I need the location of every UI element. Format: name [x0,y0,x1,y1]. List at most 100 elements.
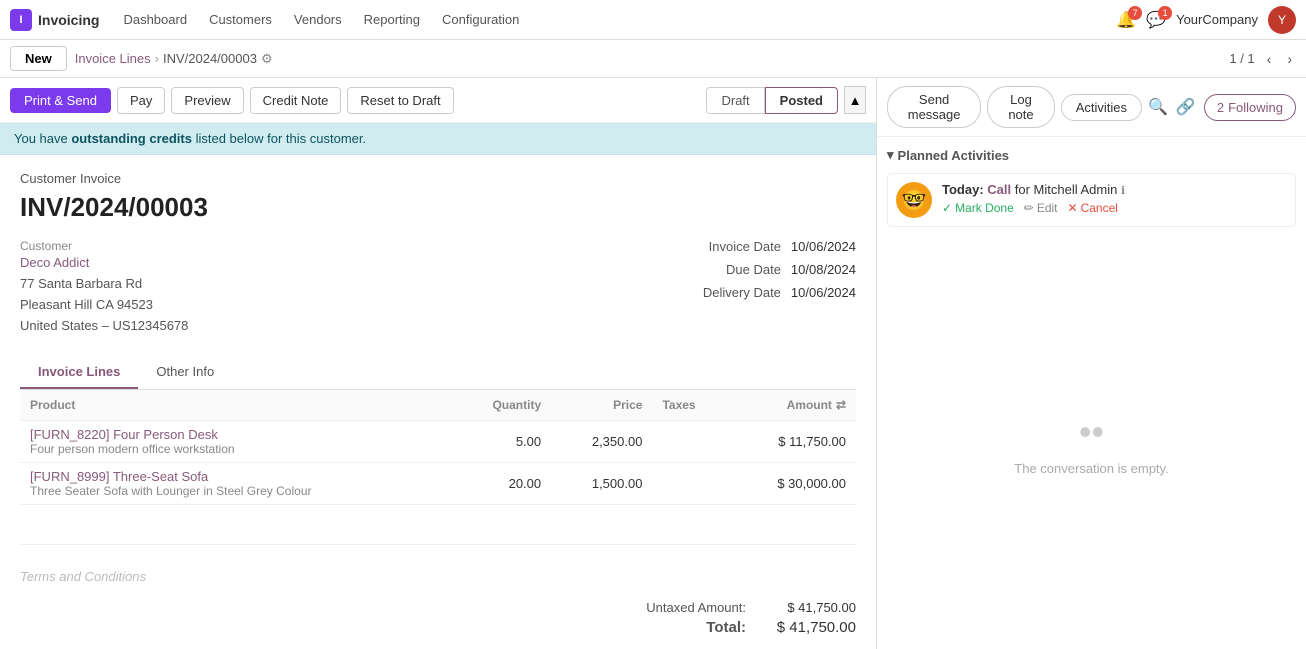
col-amount: Amount ⇄ [729,390,856,421]
collapse-icon[interactable]: ▾ [887,147,894,163]
left-panel: Print & Send Pay Preview Credit Note Res… [0,78,876,649]
nav-vendors[interactable]: Vendors [286,8,350,31]
status-draft-button[interactable]: Draft [706,87,764,114]
price-cell-2[interactable]: 1,500.00 [551,463,652,505]
terms-placeholder[interactable]: Terms and Conditions [20,569,146,584]
table-row: [FURN_8220] Four Person Desk Four person… [20,421,856,463]
empty-conversation-icon: •• [1079,411,1104,453]
mark-done-button[interactable]: ✓ Mark Done [942,201,1014,215]
notification-bell-badge: 7 [1128,6,1142,20]
alert-highlight: outstanding credits [71,131,192,146]
alert-text-after: listed below for this customer. [192,131,366,146]
log-note-button[interactable]: Log note [987,86,1054,128]
amount-cell-1: $ 11,750.00 [729,421,856,463]
prev-record-button[interactable]: ‹ [1263,49,1276,69]
for-text: for Mitchell Admin [1015,182,1118,197]
taxes-cell-2 [652,463,728,505]
activities-button[interactable]: Activities [1061,94,1142,121]
preview-button[interactable]: Preview [171,87,243,114]
address-line3: United States – US12345678 [20,316,188,337]
product-desc-1: Four person modern office workstation [30,442,443,456]
customer-name[interactable]: Deco Addict [20,255,188,270]
nav-dashboard[interactable]: Dashboard [115,8,195,31]
send-message-button[interactable]: Send message [887,86,981,128]
invoice-table: Product Quantity Price Taxes Amount ⇄ [20,390,856,545]
total-row: Total: $ 41,750.00 [606,619,856,636]
customer-field-label: Customer [20,239,188,253]
activity-content: Today: Call for Mitchell Admin ℹ ✓ Mark … [942,182,1287,218]
app-name[interactable]: Invoicing [38,12,99,28]
tab-other-info[interactable]: Other Info [138,356,232,389]
breadcrumb-link[interactable]: Invoice Lines [75,51,151,66]
cancel-x-icon: ✕ [1068,201,1078,215]
delivery-date-value[interactable]: 10/06/2024 [791,285,856,300]
col-product: Product [20,390,453,421]
search-chatter-icon[interactable]: 🔍 [1148,97,1168,117]
nav-reporting[interactable]: Reporting [356,8,428,31]
product-desc-2: Three Seater Sofa with Lounger in Steel … [30,484,443,498]
followers-count: 2 [1217,100,1224,115]
due-date-value[interactable]: 10/08/2024 [791,262,856,277]
notification-chat-button[interactable]: 💬 1 [1146,10,1166,30]
col-price: Price [551,390,652,421]
chatter-right: 🔍 🔗 2 Following [1148,94,1296,121]
following-label: Following [1228,100,1283,115]
edit-pencil-icon: ✏ [1024,201,1034,215]
breadcrumb-separator: › [155,51,159,66]
invoice-date-label: Invoice Date [671,239,781,254]
following-button[interactable]: 2 Following [1204,94,1296,121]
reset-to-draft-button[interactable]: Reset to Draft [347,87,453,114]
status-group: Draft Posted [706,87,838,114]
notification-bell-button[interactable]: 🔔 7 [1116,10,1136,30]
untaxed-value: $ 41,750.00 [766,600,856,615]
taxes-cell-1 [652,421,728,463]
due-date-label: Due Date [671,262,781,277]
activities-section: ▾ Planned Activities 🤓 Today: Call for M… [877,137,1306,237]
delivery-date-label: Delivery Date [671,285,781,300]
pay-button[interactable]: Pay [117,87,165,114]
call-label: Call [987,182,1011,197]
top-nav: I Invoicing Dashboard Customers Vendors … [0,0,1306,40]
untaxed-label: Untaxed Amount: [606,600,746,615]
totals-section: Untaxed Amount: $ 41,750.00 Total: $ 41,… [0,592,876,644]
chatter-actions: Send message Log note Activities 🔍 🔗 2 F… [877,78,1306,137]
untaxed-amount-row: Untaxed Amount: $ 41,750.00 [606,600,856,615]
activities-title: Planned Activities [898,148,1010,163]
total-label: Total: [606,619,746,636]
nav-configuration[interactable]: Configuration [434,8,527,31]
invoice-date-value[interactable]: 10/06/2024 [791,239,856,254]
user-avatar[interactable]: Y [1268,6,1296,34]
product-cell-1: [FURN_8220] Four Person Desk Four person… [20,421,453,463]
credit-note-button[interactable]: Credit Note [250,87,342,114]
edit-button[interactable]: ✏ Edit [1024,201,1058,215]
action-bar: Print & Send Pay Preview Credit Note Res… [0,78,876,123]
link-icon[interactable]: 🔗 [1176,97,1196,117]
settings-gear-icon[interactable]: ⚙ [261,51,273,67]
activity-item: 🤓 Today: Call for Mitchell Admin ℹ ✓ [887,173,1296,227]
address-line1: 77 Santa Barbara Rd [20,274,188,295]
tab-invoice-lines[interactable]: Invoice Lines [20,356,138,389]
new-button[interactable]: New [10,46,67,71]
form-content: Customer Invoice INV/2024/00003 Customer… [0,155,876,561]
status-posted-button[interactable]: Posted [765,87,838,114]
next-record-button[interactable]: › [1283,49,1296,69]
customer-address: 77 Santa Barbara Rd Pleasant Hill CA 945… [20,274,188,336]
main-layout: Print & Send Pay Preview Credit Note Res… [0,78,1306,649]
amount-cell-2: $ 30,000.00 [729,463,856,505]
company-name: YourCompany [1176,12,1258,27]
quantity-cell-2[interactable]: 20.00 [453,463,552,505]
activity-actions: ✓ Mark Done ✏ Edit ✕ Cancel [942,201,1287,215]
activity-info-icon[interactable]: ℹ [1121,185,1125,197]
cancel-button[interactable]: ✕ Cancel [1068,201,1118,215]
price-cell-1[interactable]: 2,350.00 [551,421,652,463]
amount-settings-icon[interactable]: ⇄ [836,398,846,412]
nav-customers[interactable]: Customers [201,8,280,31]
product-cell-2: [FURN_8999] Three-Seat Sofa Three Seater… [20,463,453,505]
empty-row [20,505,856,545]
scroll-up-button[interactable]: ▲ [844,86,866,114]
notification-chat-badge: 1 [1158,6,1172,20]
product-link-2[interactable]: [FURN_8999] Three-Seat Sofa [30,469,443,484]
quantity-cell-1[interactable]: 5.00 [453,421,552,463]
print-send-button[interactable]: Print & Send [10,88,111,113]
product-link-1[interactable]: [FURN_8220] Four Person Desk [30,427,443,442]
